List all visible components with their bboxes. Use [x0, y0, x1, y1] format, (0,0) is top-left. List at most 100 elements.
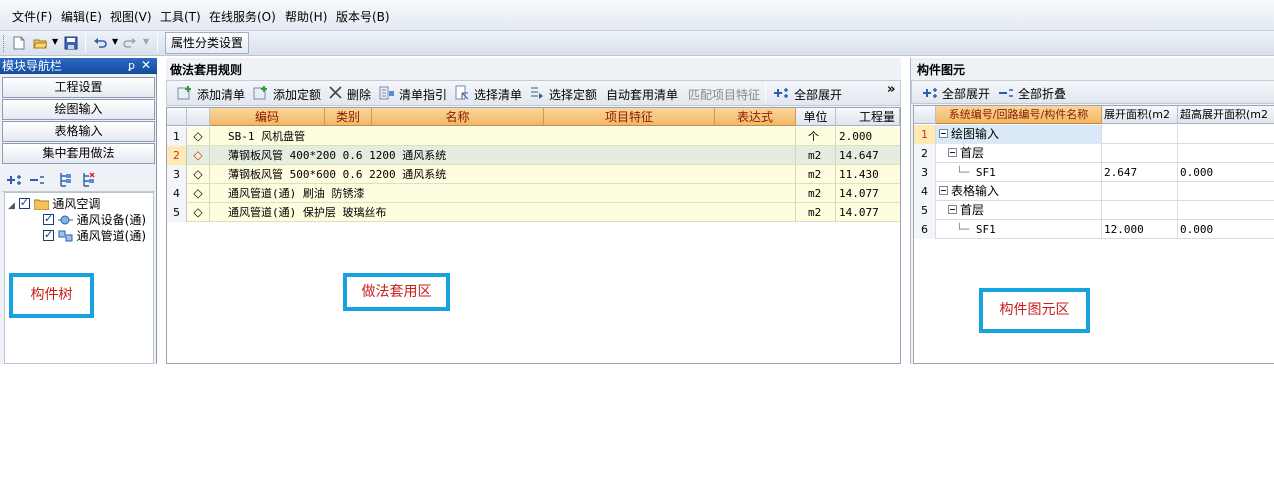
area-value[interactable]	[1102, 125, 1178, 144]
high-area-value[interactable]	[1178, 144, 1274, 163]
collapse-all-icon[interactable]	[998, 86, 1014, 100]
high-area-value[interactable]	[1178, 125, 1274, 144]
column-header-code[interactable]: 编码	[210, 108, 325, 126]
select-list-button[interactable]: 选择清单	[474, 86, 522, 103]
table-row[interactable]: 2 ◇ 薄钢板风管 400*200 0.6 1200 通风系统 m2 14.64…	[167, 146, 900, 165]
expand-all-button[interactable]: 全部展开	[794, 86, 842, 103]
expand-all-icon[interactable]	[6, 173, 22, 187]
area-value[interactable]: 12.000	[1102, 220, 1178, 239]
add-quota-button[interactable]: 添加定额	[273, 86, 321, 103]
collapse-node-icon[interactable]	[939, 186, 948, 195]
tree-node[interactable]: 绘图输入	[936, 125, 1102, 144]
row-name[interactable]: 薄钢板风管 500*600 0.6 2200 通风系统	[210, 165, 796, 184]
tree-node-vent-equipment[interactable]: 通风设备(通)	[43, 211, 146, 228]
column-header-unit[interactable]: 单位	[796, 108, 836, 126]
row-name[interactable]: 通风管道(通) 刷油 防锈漆	[210, 184, 796, 203]
row-quantity[interactable]: 14.077	[836, 203, 900, 222]
redo-dropdown-chevron-icon[interactable]: ▼	[143, 37, 149, 46]
list-guide-button[interactable]: 清单指引	[399, 86, 447, 103]
nav-project-settings[interactable]: 工程设置	[2, 77, 155, 98]
tree-node[interactable]: └─ SF1	[936, 220, 1102, 239]
menu-help[interactable]: 帮助(H)	[285, 8, 327, 25]
pin-icon[interactable]: ꝑ	[128, 58, 135, 74]
row-unit[interactable]: m2	[796, 165, 836, 184]
column-header-high-area[interactable]: 超高展开面积(m2	[1178, 106, 1274, 124]
row-unit[interactable]: m2	[796, 184, 836, 203]
row-unit[interactable]: m2	[796, 203, 836, 222]
delete-icon[interactable]	[329, 86, 342, 99]
nav-batch-apply-method[interactable]: 集中套用做法	[2, 143, 155, 164]
menu-tools[interactable]: 工具(T)	[160, 8, 201, 25]
collapse-all-icon[interactable]	[29, 173, 45, 187]
add-quota-icon[interactable]	[253, 85, 269, 101]
open-folder-icon[interactable]	[33, 36, 47, 50]
table-row[interactable]: 1 ◇ SB-1 风机盘管 个 2.000	[167, 127, 900, 146]
collapse-node-icon[interactable]	[939, 129, 948, 138]
table-row[interactable]: 5 ◇ 通风管道(通) 保护层 玻璃丝布 m2 14.077	[167, 203, 900, 222]
column-header-name[interactable]: 名称	[372, 108, 544, 126]
column-header-category[interactable]: 类别	[325, 108, 372, 126]
area-value[interactable]	[1102, 144, 1178, 163]
auto-apply-list-button[interactable]: 自动套用清单	[606, 86, 678, 103]
high-area-value[interactable]	[1178, 182, 1274, 201]
menu-edit[interactable]: 编辑(E)	[61, 8, 102, 25]
high-area-value[interactable]: 0.000	[1178, 220, 1274, 239]
row-unit[interactable]: 个	[796, 127, 836, 146]
new-file-icon[interactable]	[12, 36, 26, 50]
collapse-node-icon[interactable]	[948, 205, 957, 214]
select-quota-button[interactable]: 选择定额	[549, 86, 597, 103]
expand-all-icon[interactable]	[773, 86, 789, 100]
area-value[interactable]	[1102, 182, 1178, 201]
tree-row[interactable]: 6 └─ SF1 12.000 0.000	[914, 220, 1274, 239]
nav-table-input[interactable]: 表格输入	[2, 121, 155, 142]
column-header-system-name[interactable]: 系统编号/回路编号/构件名称	[936, 106, 1102, 124]
tree-node[interactable]: └─ SF1	[936, 163, 1102, 182]
undo-icon[interactable]	[93, 36, 107, 50]
column-header-item-feature[interactable]: 项目特征	[544, 108, 715, 126]
area-value[interactable]	[1102, 201, 1178, 220]
row-name[interactable]: 通风管道(通) 保护层 玻璃丝布	[210, 203, 796, 222]
save-icon[interactable]	[64, 36, 78, 50]
tree-row[interactable]: 3 └─ SF1 2.647 0.000	[914, 163, 1274, 182]
row-name[interactable]: 薄钢板风管 400*200 0.6 1200 通风系统	[210, 146, 796, 165]
toolbar-overflow-icon[interactable]: »	[887, 82, 895, 97]
collapse-node-icon[interactable]	[948, 148, 957, 157]
grip-handle[interactable]	[3, 35, 6, 52]
area-value[interactable]: 2.647	[1102, 163, 1178, 182]
collapse-all-button[interactable]: 全部折叠	[1018, 85, 1066, 102]
high-area-value[interactable]: 0.000	[1178, 163, 1274, 182]
row-name[interactable]: SB-1 风机盘管	[210, 127, 796, 146]
checkbox-checked-icon[interactable]	[18, 195, 30, 211]
tree-node-root[interactable]: ◢ 通风空调	[8, 195, 100, 212]
select-list-icon[interactable]	[454, 85, 470, 101]
row-quantity[interactable]: 11.430	[836, 165, 900, 184]
open-dropdown-chevron-icon[interactable]: ▼	[52, 37, 58, 46]
nav-drawing-input[interactable]: 绘图输入	[2, 99, 155, 120]
column-header-expression[interactable]: 表达式	[715, 108, 796, 126]
select-quota-icon[interactable]	[529, 85, 545, 101]
row-quantity[interactable]: 14.077	[836, 184, 900, 203]
row-unit[interactable]: m2	[796, 146, 836, 165]
tree-view-icon[interactable]	[59, 172, 73, 188]
match-item-feature-button[interactable]: 匹配项目特征	[688, 86, 760, 103]
checkbox-checked-icon[interactable]	[43, 211, 54, 227]
tree-row[interactable]: 2 首层	[914, 144, 1274, 163]
list-guide-icon[interactable]	[379, 85, 395, 101]
add-list-icon[interactable]	[177, 85, 193, 101]
add-list-button[interactable]: 添加清单	[197, 86, 245, 103]
row-quantity[interactable]: 2.000	[836, 127, 900, 146]
menu-file[interactable]: 文件(F)	[12, 8, 52, 25]
redo-icon[interactable]	[123, 36, 137, 50]
tree-node-vent-duct[interactable]: 通风管道(通)	[43, 227, 146, 244]
menu-view[interactable]: 视图(V)	[110, 8, 152, 25]
expand-all-button[interactable]: 全部展开	[942, 85, 990, 102]
tree-row[interactable]: 1 绘图输入	[914, 125, 1274, 144]
tree-node[interactable]: 首层	[936, 144, 1102, 163]
expand-all-icon[interactable]	[922, 86, 938, 100]
tree-delete-icon[interactable]	[82, 172, 96, 188]
tree-node[interactable]: 表格输入	[936, 182, 1102, 201]
tree-node[interactable]: 首层	[936, 201, 1102, 220]
undo-dropdown-chevron-icon[interactable]: ▼	[112, 37, 118, 46]
checkbox-checked-icon[interactable]	[43, 227, 54, 243]
tree-row[interactable]: 5 首层	[914, 201, 1274, 220]
